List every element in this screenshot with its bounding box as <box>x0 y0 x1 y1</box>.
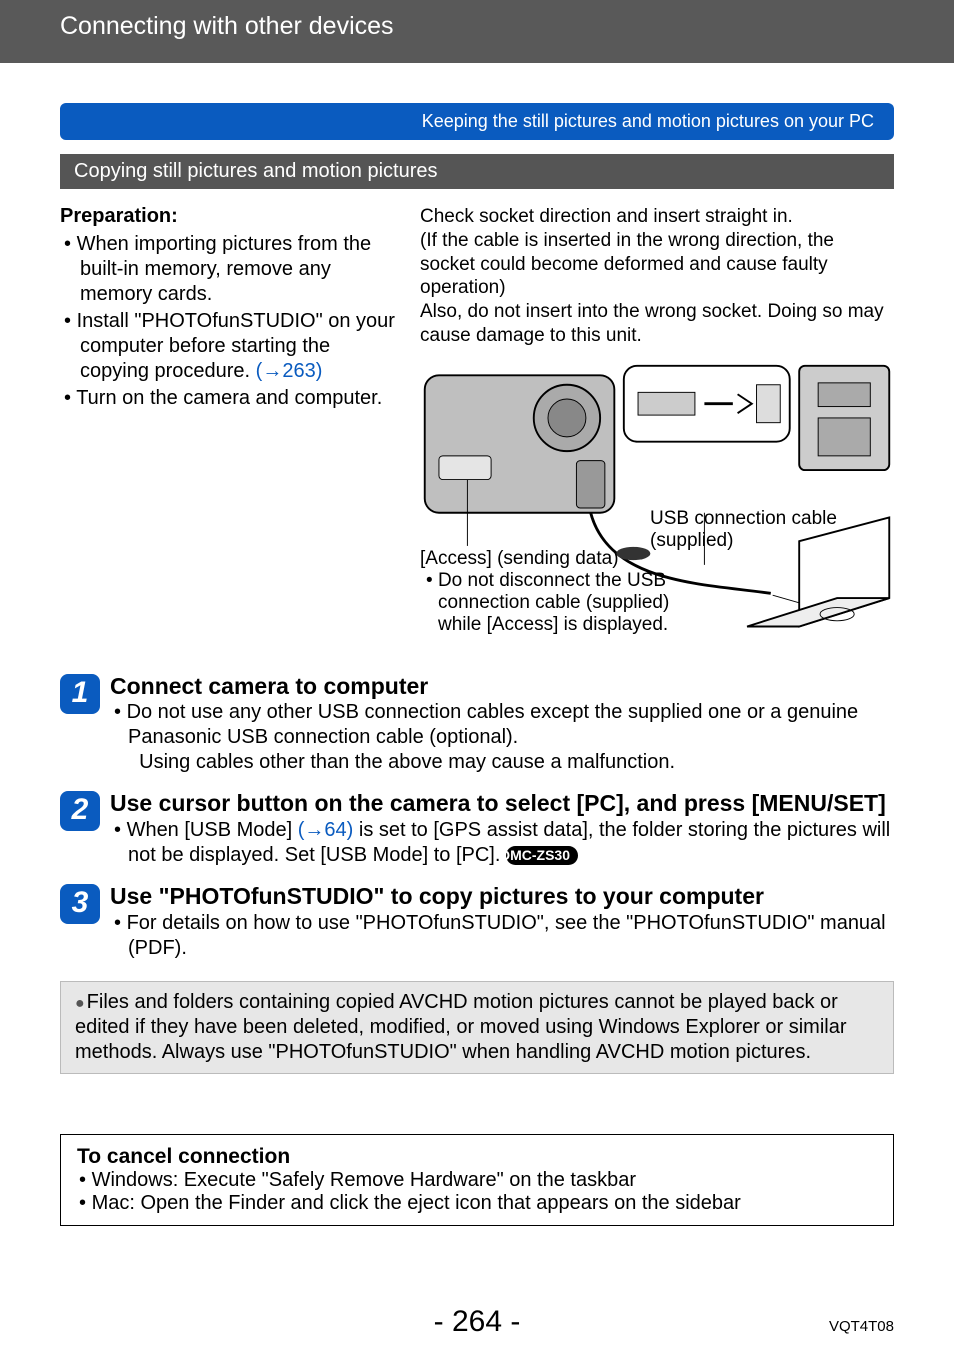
step-number-icon: 3 <box>60 884 100 924</box>
preparation-column: Preparation: When importing pictures fro… <box>60 205 400 658</box>
step-2: 2 Use cursor button on the camera to sel… <box>60 789 894 868</box>
chapter-title: Connecting with other devices <box>60 12 394 40</box>
section-banner: Keeping the still pictures and motion pi… <box>60 103 894 140</box>
cancel-item: Windows: Execute "Safely Remove Hardware… <box>77 1169 877 1192</box>
step-1: 1 Connect camera to computer • Do not us… <box>60 672 894 776</box>
page-number: - 264 - <box>0 1305 954 1339</box>
preparation-list: When importing pictures from the built-i… <box>60 232 400 411</box>
socket-warning: Check socket direction and insert straig… <box>420 205 894 348</box>
step-title: Connect camera to computer <box>110 672 894 701</box>
note-text: Files and folders containing copied AVCH… <box>75 991 847 1063</box>
step-number-icon: 1 <box>60 674 100 714</box>
cancel-title: To cancel connection <box>77 1145 877 1169</box>
step-title: Use cursor button on the camera to selec… <box>110 789 894 818</box>
step-number-icon: 2 <box>60 791 100 831</box>
prep-item: Install "PHOTOfunSTUDIO" on your compute… <box>64 309 400 384</box>
preparation-title: Preparation: <box>60 205 400 228</box>
subsection-bar: Copying still pictures and motion pictur… <box>60 154 894 189</box>
prep-item: When importing pictures from the built-i… <box>64 232 400 307</box>
usb-cable-label: USB connection cable (supplied) <box>650 508 894 552</box>
access-annotation: [Access] (sending data) • Do not disconn… <box>420 548 680 636</box>
connection-diagram: USB connection cable (supplied) [Access]… <box>420 358 894 658</box>
connection-column: Check socket direction and insert straig… <box>420 205 894 658</box>
subsection-title: Copying still pictures and motion pictur… <box>74 160 438 182</box>
cancel-connection-box: To cancel connection Windows: Execute "S… <box>60 1134 894 1226</box>
doc-code: VQT4T08 <box>829 1318 894 1335</box>
note-box: Files and folders containing copied AVCH… <box>60 981 894 1074</box>
xref-64[interactable]: (→64) <box>298 819 354 841</box>
banner-text: Keeping the still pictures and motion pi… <box>422 111 874 131</box>
step-title: Use "PHOTOfunSTUDIO" to copy pictures to… <box>110 882 894 911</box>
cancel-item: Mac: Open the Finder and click the eject… <box>77 1192 877 1215</box>
prep-item: Turn on the camera and computer. <box>64 386 400 411</box>
chapter-header: Connecting with other devices <box>0 0 954 63</box>
xref-263[interactable]: (→263) <box>256 360 323 382</box>
step-3: 3 Use "PHOTOfunSTUDIO" to copy pictures … <box>60 882 894 961</box>
model-badge: DMC-ZS30 <box>506 846 578 866</box>
